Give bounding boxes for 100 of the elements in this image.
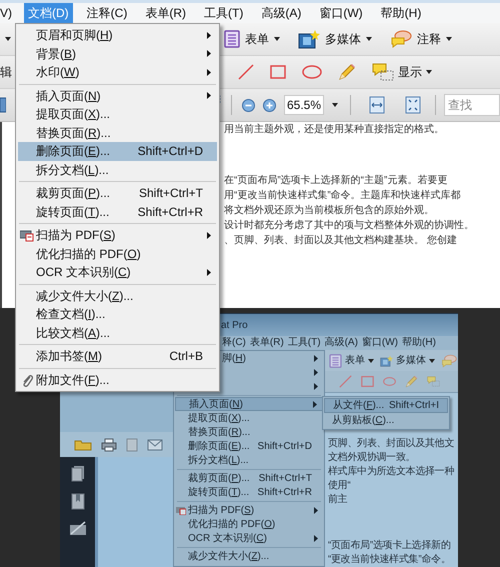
text-line: 文档外观协调一致。	[328, 451, 416, 465]
window-title: at Pro	[221, 318, 248, 332]
rectangle-icon	[361, 375, 374, 388]
folder-icon	[74, 438, 92, 450]
menu-item[interactable]: 旋转页面(T)... Shift+Ctrl+R	[175, 485, 323, 499]
text-line: 样式库中为所选文本选择一种	[328, 465, 456, 479]
menu-item[interactable]: 高级(A)	[324, 336, 359, 350]
toolbar-label: 辑	[0, 64, 12, 81]
menu-item[interactable]: 窗口(W)	[315, 3, 367, 23]
menu-item[interactable]: 帮助(H)	[376, 3, 426, 23]
zoom-out-icon[interactable]	[242, 98, 255, 112]
line-icon[interactable]	[238, 64, 254, 80]
show-button[interactable]: 显示	[372, 63, 432, 81]
menu-item[interactable]: 背景(B)	[18, 44, 217, 63]
menu-item[interactable]: 从文件(F)... Shift+Ctrl+I	[324, 398, 448, 413]
menu-item[interactable]: 优化扫描的 PDF(O)	[18, 244, 217, 263]
printer-icon	[101, 438, 117, 452]
menu-item[interactable]: 水印(W)	[18, 63, 217, 82]
menu-item[interactable]: 提取页面(X)...	[175, 411, 323, 425]
scanner-icon	[20, 228, 34, 242]
menu-item[interactable]: 裁剪页面(P)... Shift+Ctrl+T	[18, 184, 217, 202]
menu-item[interactable]: 旋转页面(T)... Shift+Ctrl+R	[18, 202, 217, 221]
menu-item[interactable]: OCR 文本识别(C)	[175, 531, 323, 545]
menu-item[interactable]: 添加书签(M) Ctrl+B	[18, 347, 217, 366]
menu-item[interactable]: 替换页面(R)...	[175, 425, 323, 439]
ellipse-icon	[383, 375, 396, 388]
toolbar-button[interactable]: 表单	[222, 26, 282, 52]
toolbar-button[interactable]: 多媒体	[296, 26, 374, 52]
text-line: 前主	[328, 493, 348, 507]
menu-item[interactable]: 插入页面(N)	[175, 397, 323, 411]
envelope-icon	[147, 438, 163, 450]
menu-item[interactable]: 从剪贴板(C)...	[324, 413, 448, 428]
menu-item[interactable]: 优化扫描的 PDF(O)	[175, 517, 323, 531]
menu-item[interactable]: 减少文件大小(Z)...	[175, 549, 323, 563]
text-line: “更改当前快速样式集”命令。	[328, 553, 452, 567]
menu-item[interactable]: 工具(T)	[200, 3, 248, 23]
speech-bubbles-icon	[390, 30, 412, 48]
text-line: 用“更改当前快速样式集”命令。主题库和快速样式库都	[224, 188, 462, 203]
text-line: “页面布局”选项卡上选择新的	[328, 539, 452, 553]
note-bubble-icon	[427, 375, 440, 388]
menu-item[interactable]: 帮助(H)	[401, 336, 437, 350]
paperclip-icon	[21, 372, 33, 387]
form-icon	[329, 354, 342, 368]
text-line: 在“页面布局”选项卡上选择新的“主题”元素。若要更	[224, 174, 448, 188]
zoom-in-icon[interactable]	[263, 98, 276, 112]
menu-item[interactable]: 高级(A)	[257, 3, 306, 23]
menu-item[interactable]: 替换页面(R)...	[18, 124, 217, 142]
caret-icon[interactable]	[332, 103, 338, 107]
menu-item[interactable]: 减少文件大小(Z)...	[18, 286, 217, 305]
toolbar-button[interactable]: 多媒体	[380, 353, 435, 368]
pencil-icon	[405, 375, 418, 388]
menu-item[interactable]: 删除页面(E)... Shift+Ctrl+D	[175, 439, 323, 453]
menu-item[interactable]: 拆分文档(L)...	[175, 453, 323, 467]
menu-item[interactable]: 拆分文档(L)...	[18, 160, 217, 179]
pages-icon[interactable]	[70, 465, 84, 482]
menu-item[interactable]: 扫描为 PDF(S)	[18, 226, 217, 244]
fit-page-icon[interactable]	[405, 96, 421, 114]
text-line: 用当前主题外观，还是使用某种直接指定的格式。	[224, 122, 445, 137]
caret-icon	[5, 37, 11, 41]
menu-item[interactable]: 释(C)	[221, 336, 247, 350]
menu-item[interactable]: 检查文档(I)...	[18, 305, 217, 324]
save-icon	[0, 97, 6, 113]
menu-item[interactable]: 页眉和页脚(H)	[18, 26, 217, 44]
zoom-field[interactable]: 65.5%	[284, 95, 324, 115]
menu-item[interactable]: 比较文档(A)...	[18, 324, 217, 342]
menu-item[interactable]: 工具(T)	[286, 336, 322, 350]
search-field[interactable]: 查找	[444, 94, 500, 116]
toolbar-button[interactable]: 表单	[329, 353, 374, 368]
menu-item[interactable]: 表单(R)	[248, 336, 285, 350]
text-line: 使用“	[328, 479, 352, 493]
caret-icon	[366, 37, 372, 41]
scanner-icon	[176, 505, 186, 515]
menu-item[interactable]: V)	[0, 3, 12, 23]
menu-item[interactable]: 注释(C)	[82, 3, 132, 23]
pencil-icon[interactable]	[338, 63, 356, 81]
document-icon	[126, 438, 138, 452]
menu-item[interactable]: OCR 文本识别(C)	[18, 263, 217, 282]
film-star-icon	[380, 354, 393, 368]
menu-item[interactable]: 附加文件(F)...	[18, 370, 217, 389]
menu-item[interactable]: 窗口(W)	[360, 336, 400, 350]
fit-width-icon[interactable]	[369, 96, 385, 114]
rectangle-icon[interactable]	[270, 65, 286, 79]
menu-item[interactable]: 表单(R)	[141, 3, 190, 23]
note-bubble-icon[interactable]	[372, 63, 394, 81]
menu-item[interactable]: 裁剪页面(P)... Shift+Ctrl+T	[175, 471, 323, 485]
caret-icon	[446, 37, 452, 41]
menu-item[interactable]: 提取页面(X)...	[18, 105, 217, 124]
menu-item[interactable]: 插入页面(N)	[18, 86, 217, 105]
signature-icon[interactable]	[68, 521, 86, 536]
bookmark-icon[interactable]	[70, 493, 84, 510]
caret-icon	[429, 358, 435, 362]
caret-icon	[368, 358, 374, 362]
text-line: 将文档外观还原为当前模板所包含的原始外观。	[224, 204, 435, 218]
ellipse-icon[interactable]	[302, 65, 322, 79]
menu-item[interactable]: 扫描为 PDF(S)	[175, 503, 323, 517]
speech-bubbles-icon	[441, 354, 457, 368]
line-icon	[339, 375, 352, 388]
menu-item[interactable]: 删除页面(E)... Shift+Ctrl+D	[18, 142, 217, 160]
toolbar-button[interactable]: 注释	[388, 26, 454, 52]
caret-icon[interactable]	[426, 70, 432, 74]
